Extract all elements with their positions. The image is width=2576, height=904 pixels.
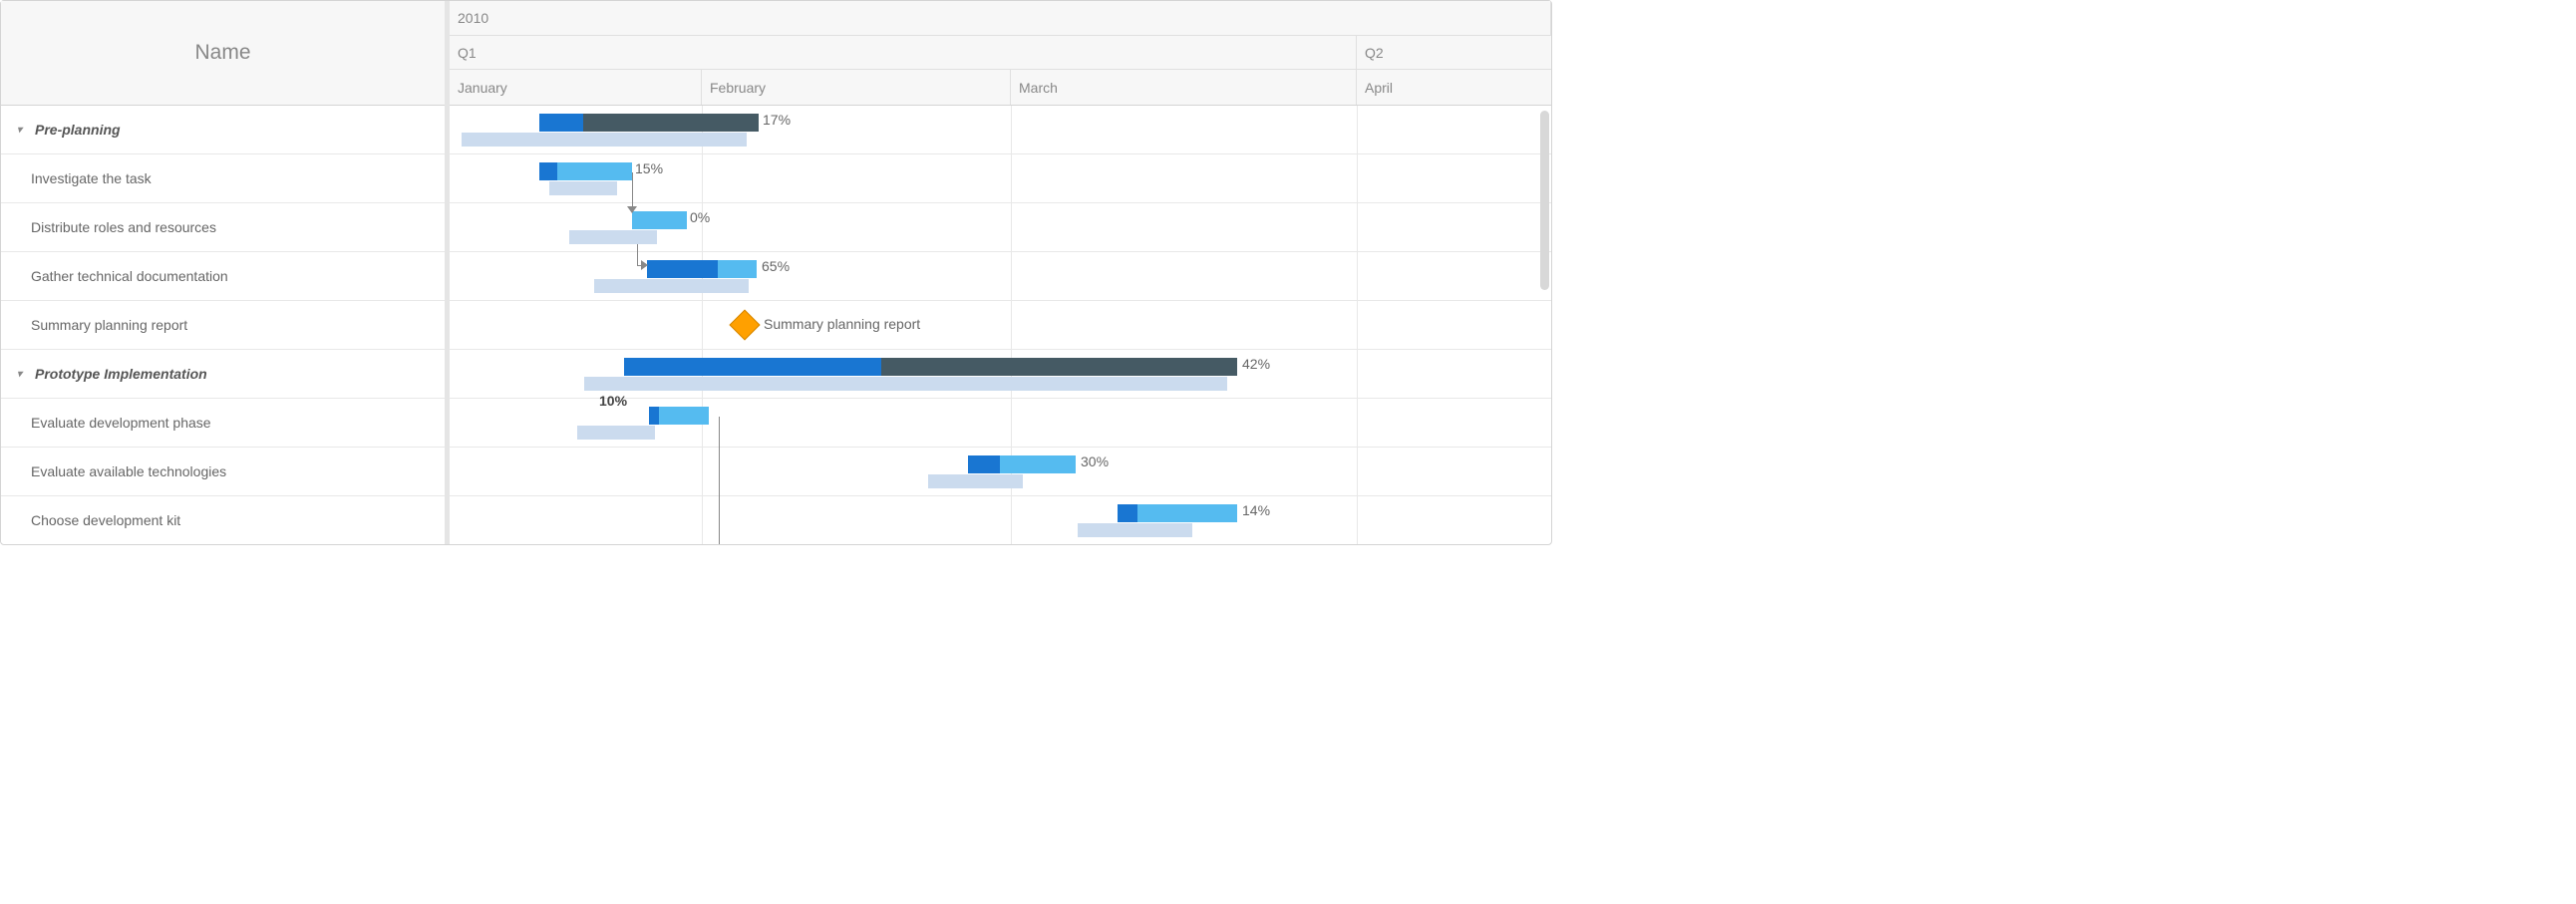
dependency-link bbox=[632, 172, 633, 208]
task-list-panel: Name ▾ Pre-planning Investigate the task… bbox=[1, 1, 450, 544]
year-row: 2010 bbox=[450, 1, 1551, 36]
task-label: Summary planning report bbox=[31, 317, 187, 333]
month-label: March bbox=[1019, 80, 1058, 96]
dependency-link bbox=[719, 417, 720, 544]
bar-row-pre-planning: 17% bbox=[450, 106, 1551, 154]
task-row-summary-report[interactable]: Summary planning report bbox=[1, 301, 445, 350]
month-cell: April bbox=[1357, 70, 1546, 105]
month-cell: March bbox=[1011, 70, 1357, 105]
timeline-body[interactable]: 17% 15% 0% 65% bbox=[450, 106, 1551, 544]
progress-bar bbox=[649, 407, 659, 425]
gridline bbox=[1357, 106, 1358, 544]
progress-label: 0% bbox=[690, 209, 710, 225]
task-rows: ▾ Pre-planning Investigate the task Dist… bbox=[1, 106, 445, 544]
milestone-diamond-icon[interactable] bbox=[729, 309, 760, 340]
progress-label: 14% bbox=[1242, 502, 1270, 518]
progress-label: 17% bbox=[763, 112, 791, 128]
task-row-gather[interactable]: Gather technical documentation bbox=[1, 252, 445, 301]
baseline-bar bbox=[462, 133, 747, 147]
month-label: April bbox=[1365, 80, 1393, 96]
task-row-eval-tech[interactable]: Evaluate available technologies bbox=[1, 448, 445, 496]
bar-row-investigate: 15% bbox=[450, 154, 1551, 203]
arrow-right-icon bbox=[641, 260, 648, 270]
month-row: January February March April bbox=[450, 70, 1551, 105]
baseline-bar bbox=[569, 230, 657, 244]
year-cell: 2010 bbox=[450, 1, 1551, 35]
scrollbar-thumb[interactable] bbox=[1540, 111, 1549, 290]
task-row-pre-planning[interactable]: ▾ Pre-planning bbox=[1, 106, 445, 154]
quarter-cell: Q2 bbox=[1357, 36, 1546, 70]
bar-row-distribute: 0% bbox=[450, 203, 1551, 252]
progress-bar bbox=[647, 260, 718, 278]
bar-row-eval-tech: 30% bbox=[450, 448, 1551, 496]
task-label: Distribute roles and resources bbox=[31, 219, 216, 235]
year-label: 2010 bbox=[458, 10, 488, 26]
chevron-down-icon[interactable]: ▾ bbox=[17, 369, 27, 380]
task-label: Investigate the task bbox=[31, 170, 152, 186]
bar-row-milestone: Summary planning report bbox=[450, 301, 1551, 350]
task-label: Choose development kit bbox=[31, 512, 180, 528]
task-label: Evaluate available technologies bbox=[31, 463, 226, 479]
quarter-label: Q1 bbox=[458, 45, 477, 61]
name-column-header: Name bbox=[1, 1, 445, 106]
timeline-header: 2010 Q1 Q2 January February Marc bbox=[450, 1, 1551, 106]
arrow-down-icon bbox=[627, 206, 637, 213]
task-label: Pre-planning bbox=[35, 122, 121, 138]
milestone-label: Summary planning report bbox=[764, 316, 920, 332]
task-label: Prototype Implementation bbox=[35, 366, 207, 382]
bar-row-prototype-impl: 42% bbox=[450, 350, 1551, 399]
task-row-eval-phase[interactable]: Evaluate development phase bbox=[1, 399, 445, 448]
bar-row-choose-kit: 14% bbox=[450, 496, 1551, 544]
progress-label: 30% bbox=[1081, 453, 1109, 469]
quarter-row: Q1 Q2 bbox=[450, 36, 1551, 71]
month-cell: February bbox=[702, 70, 1011, 105]
progress-label: 10% bbox=[599, 393, 627, 409]
timeline-panel: 2010 Q1 Q2 January February Marc bbox=[450, 1, 1551, 544]
month-cell: January bbox=[450, 70, 702, 105]
quarter-cell: Q1 bbox=[450, 36, 1357, 70]
baseline-bar bbox=[1078, 523, 1192, 537]
progress-label: 65% bbox=[762, 258, 790, 274]
progress-bar bbox=[968, 455, 1000, 473]
group-progress bbox=[624, 358, 881, 376]
group-progress bbox=[539, 114, 583, 132]
baseline-bar bbox=[577, 426, 655, 440]
task-row-choose-kit[interactable]: Choose development kit bbox=[1, 496, 445, 544]
progress-label: 42% bbox=[1242, 356, 1270, 372]
gridline bbox=[702, 106, 703, 544]
task-row-investigate[interactable]: Investigate the task bbox=[1, 154, 445, 203]
name-column-label: Name bbox=[194, 41, 250, 65]
bar-row-gather: 65% bbox=[450, 252, 1551, 301]
month-label: January bbox=[458, 80, 507, 96]
progress-label: 15% bbox=[635, 160, 663, 176]
month-label: February bbox=[710, 80, 766, 96]
progress-bar bbox=[1118, 504, 1137, 522]
task-label: Gather technical documentation bbox=[31, 268, 228, 284]
baseline-bar bbox=[584, 377, 1227, 391]
baseline-bar bbox=[928, 474, 1023, 488]
task-label: Evaluate development phase bbox=[31, 415, 211, 431]
progress-bar bbox=[539, 162, 557, 180]
chevron-down-icon[interactable]: ▾ bbox=[17, 125, 27, 136]
task-bar[interactable] bbox=[632, 211, 687, 229]
task-row-distribute[interactable]: Distribute roles and resources bbox=[1, 203, 445, 252]
baseline-bar bbox=[549, 181, 617, 195]
task-row-prototype-impl[interactable]: ▾ Prototype Implementation bbox=[1, 350, 445, 399]
quarter-label: Q2 bbox=[1365, 45, 1384, 61]
gantt-chart: Name ▾ Pre-planning Investigate the task… bbox=[0, 0, 1552, 545]
baseline-bar bbox=[594, 279, 749, 293]
bar-row-eval-phase: 10% bbox=[450, 399, 1551, 448]
